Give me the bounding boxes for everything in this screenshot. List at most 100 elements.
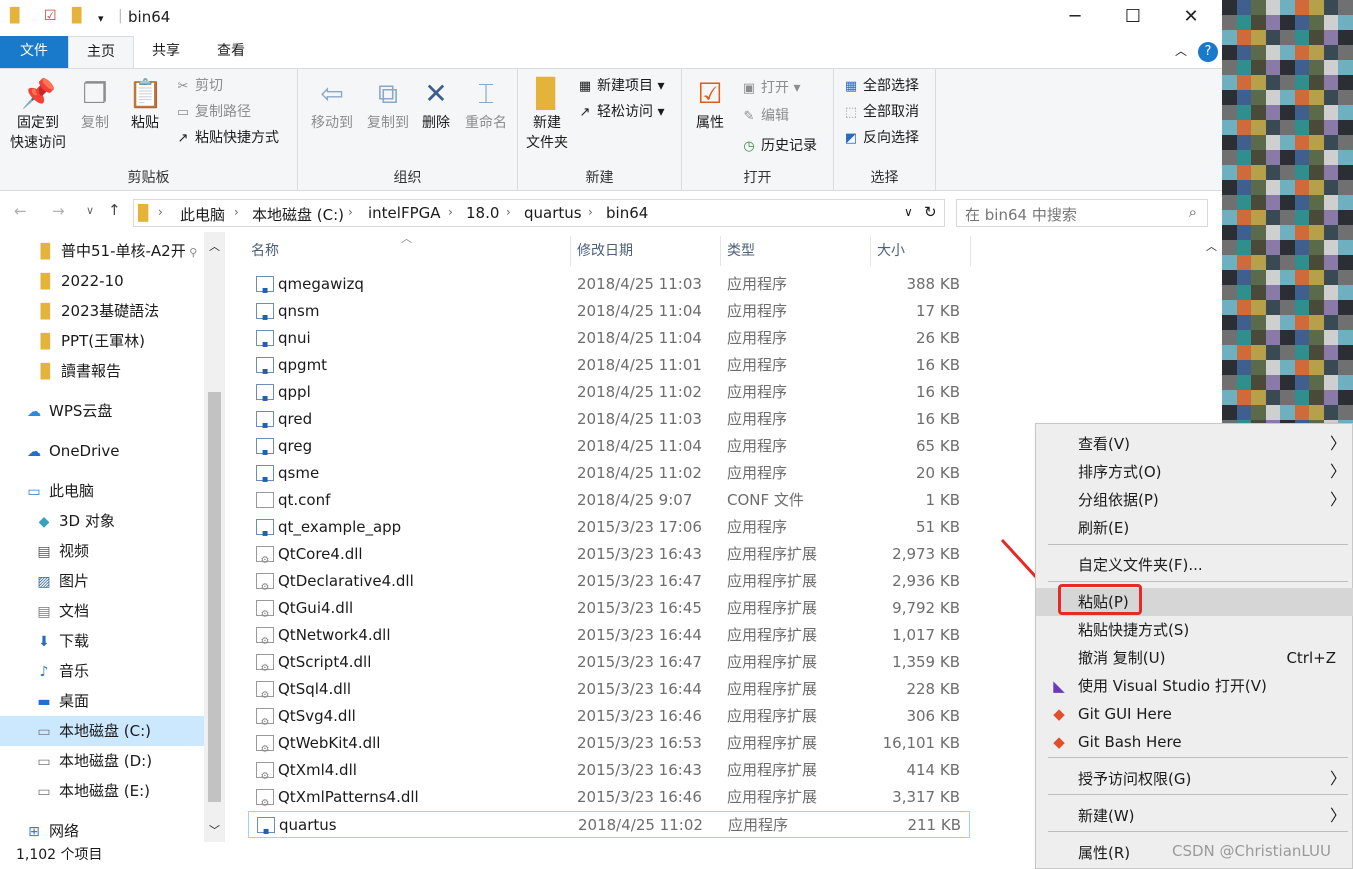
properties-button[interactable]: ☑ 属性	[688, 77, 732, 133]
search-icon[interactable]: ⌕	[1189, 203, 1197, 221]
chevron-down-icon[interactable]: ∨	[904, 205, 913, 219]
file-row[interactable]: ⚙ QtCore4.dll 2015/3/23 16:43 应用程序扩展 2,973 K…	[248, 541, 970, 568]
edit-button[interactable]: ✎ 编辑	[740, 105, 789, 127]
help-icon[interactable]: ?	[1198, 42, 1218, 62]
scroll-down-icon[interactable]: ﹀	[209, 822, 220, 838]
context-menu-item[interactable]: ◆ Git Bash Here	[1036, 728, 1353, 756]
nav-item[interactable]: ▭ 本地磁盘 (D:)	[0, 746, 204, 776]
recent-locations-icon[interactable]: ∨	[86, 204, 94, 217]
file-row[interactable]: ▪ qmegawizq 2018/4/25 11:03 应用程序 388 KB	[248, 271, 970, 298]
minimize-button[interactable]: ─	[1046, 0, 1104, 34]
breadcrumb-18[interactable]: 18.0	[466, 204, 499, 222]
context-menu-item[interactable]: 授予访问权限(G) 〉	[1036, 765, 1353, 793]
file-row[interactable]: ▪ qsme 2018/4/25 11:02 应用程序 20 KB	[248, 460, 970, 487]
history-button[interactable]: ◷ 历史记录	[740, 135, 817, 157]
new-folder-icon[interactable]: ▉	[72, 8, 83, 24]
select-none-button[interactable]: ⬚ 全部取消	[842, 101, 919, 123]
column-name[interactable]: 名称	[245, 236, 571, 266]
context-menu-item[interactable]: ◆ Git GUI Here	[1036, 700, 1353, 728]
cut-button[interactable]: ✂ 剪切	[174, 75, 223, 97]
paste-shortcut-button[interactable]: ↗ 粘贴快捷方式	[174, 127, 279, 149]
nav-item[interactable]: ☁ OneDrive	[0, 436, 204, 466]
tab-share[interactable]: 共享	[134, 36, 198, 68]
breadcrumb-bin64[interactable]: bin64	[606, 204, 648, 222]
pin-quick-access-button[interactable]: 📌 固定到 快速访问	[6, 77, 70, 153]
copy-path-button[interactable]: ▭ 复制路径	[174, 101, 251, 123]
scroll-up-icon[interactable]: ︿	[1206, 238, 1217, 254]
nav-item[interactable]: ▬ 桌面	[0, 686, 204, 716]
rename-button[interactable]: ⌶ 重命名	[458, 77, 514, 133]
file-row[interactable]: ⚙ QtGui4.dll 2015/3/23 16:45 应用程序扩展 9,792 KB	[248, 595, 970, 622]
nav-item[interactable]: ⬇ 下载	[0, 626, 204, 656]
scroll-thumb[interactable]	[208, 392, 221, 802]
forward-arrow-icon[interactable]: →	[52, 202, 65, 220]
file-row[interactable]: ▪ qt_example_app 2015/3/23 17:06 应用程序 51 KB	[248, 514, 970, 541]
file-row[interactable]: ▪ qnsm 2018/4/25 11:04 应用程序 17 KB	[248, 298, 970, 325]
file-row[interactable]: ⚙ QtXmlPatterns4.dll 2015/3/23 16:46 应用程序扩展…	[248, 784, 970, 811]
nav-item[interactable]: ▭ 此电脑	[0, 476, 204, 506]
file-row[interactable]: ⚙ QtXml4.dll 2015/3/23 16:43 应用程序扩展 414 KB	[248, 757, 970, 784]
breadcrumb-intelfpga[interactable]: intelFPGA	[368, 204, 441, 222]
context-menu-item[interactable]: 撤消 复制(U) Ctrl+Z	[1036, 644, 1353, 672]
file-row[interactable]: ▪ qppl 2018/4/25 11:02 应用程序 16 KB	[248, 379, 970, 406]
tab-file[interactable]: 文件	[0, 36, 68, 68]
easy-access-button[interactable]: ↗ 轻松访问 ▾	[576, 101, 665, 123]
file-row[interactable]: ⚙ QtSql4.dll 2015/3/23 16:44 应用程序扩展 228 KB	[248, 676, 970, 703]
search-input[interactable]: 在 bin64 中搜索	[965, 204, 1077, 225]
move-to-button[interactable]: ⇦ 移动到	[304, 77, 360, 133]
column-type[interactable]: 类型	[721, 236, 871, 266]
collapse-ribbon-icon[interactable]: ︿	[1170, 36, 1192, 68]
scroll-up-icon[interactable]: ︿	[209, 238, 220, 254]
nav-item[interactable]: ▉ 普中51-单核-A2开 ⚲	[0, 236, 204, 266]
paste-button[interactable]: 📋 粘贴	[124, 77, 166, 133]
nav-item[interactable]: ▤ 视频	[0, 536, 204, 566]
customize-quick-access-icon[interactable]: ▾	[98, 12, 104, 25]
breadcrumb-quartus[interactable]: quartus	[524, 204, 582, 222]
file-row[interactable]: ⚙ QtSvg4.dll 2015/3/23 16:46 应用程序扩展 306 KB	[248, 703, 970, 730]
nav-item[interactable]: ▉ 2022-10	[0, 266, 204, 296]
file-row[interactable]: ⚙ QtNetwork4.dll 2015/3/23 16:44 应用程序扩展 1,01…	[248, 622, 970, 649]
file-row[interactable]: ▪ qred 2018/4/25 11:03 应用程序 16 KB	[248, 406, 970, 433]
select-all-button[interactable]: ▦ 全部选择	[842, 75, 919, 97]
file-row[interactable]: ⚙ QtWebKit4.dll 2015/3/23 16:53 应用程序扩展 16,10…	[248, 730, 970, 757]
file-row[interactable]: ▪ quartus 2018/4/25 11:02 应用程序 211 KB	[248, 811, 970, 838]
tab-home[interactable]: 主页	[68, 36, 134, 69]
nav-item[interactable]: ◆ 3D 对象	[0, 506, 204, 536]
invert-selection-button[interactable]: ◩ 反向选择	[842, 127, 919, 149]
tab-view[interactable]: 查看	[198, 36, 264, 68]
nav-item[interactable]: ▭ 本地磁盘 (C:)	[0, 716, 204, 746]
delete-button[interactable]: ✕ 删除	[416, 77, 456, 133]
new-folder-button[interactable]: ▉ 新建 文件夹	[524, 77, 570, 153]
copy-button[interactable]: ❐ 复制	[74, 77, 116, 133]
file-row[interactable]: ▪ qpgmt 2018/4/25 11:01 应用程序 16 KB	[248, 352, 970, 379]
file-row[interactable]: qt.conf 2018/4/25 9:07 CONF 文件 1 KB	[248, 487, 970, 514]
nav-item[interactable]: ☁ WPS云盘	[0, 396, 204, 426]
context-menu-item[interactable]: ◣ 使用 Visual Studio 打开(V)	[1036, 672, 1353, 700]
breadcrumb-c-drive[interactable]: 本地磁盘 (C:)	[252, 204, 344, 225]
nav-item[interactable]: ▉ 讀書報告	[0, 356, 204, 386]
nav-item[interactable]: ▉ 2023基礎語法	[0, 296, 204, 326]
search-box[interactable]: 在 bin64 中搜索 ⌕	[956, 199, 1208, 227]
nav-item[interactable]: ▤ 文档	[0, 596, 204, 626]
refresh-icon[interactable]: ↻	[924, 203, 937, 221]
file-row[interactable]: ▪ qreg 2018/4/25 11:04 应用程序 65 KB	[248, 433, 970, 460]
context-menu-item[interactable]: 刷新(E)	[1036, 514, 1353, 542]
open-button[interactable]: ▣ 打开 ▾	[740, 77, 801, 99]
back-arrow-icon[interactable]: ←	[14, 202, 27, 220]
context-menu-item[interactable]: 新建(W) 〉	[1036, 802, 1353, 830]
copy-to-button[interactable]: ⧉ 复制到	[360, 77, 416, 133]
properties-check-icon[interactable]: ☑	[44, 8, 57, 24]
column-size[interactable]: 大小	[871, 236, 971, 266]
nav-item[interactable]: ▨ 图片	[0, 566, 204, 596]
context-menu-item[interactable]: 自定义文件夹(F)...	[1036, 551, 1353, 579]
nav-item[interactable]: ▭ 本地磁盘 (E:)	[0, 776, 204, 806]
nav-item[interactable]: ♪ 音乐	[0, 656, 204, 686]
close-button[interactable]: ✕	[1162, 0, 1220, 34]
breadcrumb-this-pc[interactable]: 此电脑	[180, 204, 225, 225]
context-menu-item[interactable]: 排序方式(O) 〉	[1036, 458, 1353, 486]
address-bar[interactable]: ▉ › 此电脑 › 本地磁盘 (C:) › intelFPGA › 18.0 ›…	[133, 199, 945, 227]
nav-item[interactable]: ▉ PPT(王軍林)	[0, 326, 204, 356]
column-date[interactable]: 修改日期	[571, 236, 721, 266]
file-row[interactable]: ⚙ QtScript4.dll 2015/3/23 16:47 应用程序扩展 1,359…	[248, 649, 970, 676]
context-menu-item[interactable]: 粘贴快捷方式(S)	[1036, 616, 1353, 644]
